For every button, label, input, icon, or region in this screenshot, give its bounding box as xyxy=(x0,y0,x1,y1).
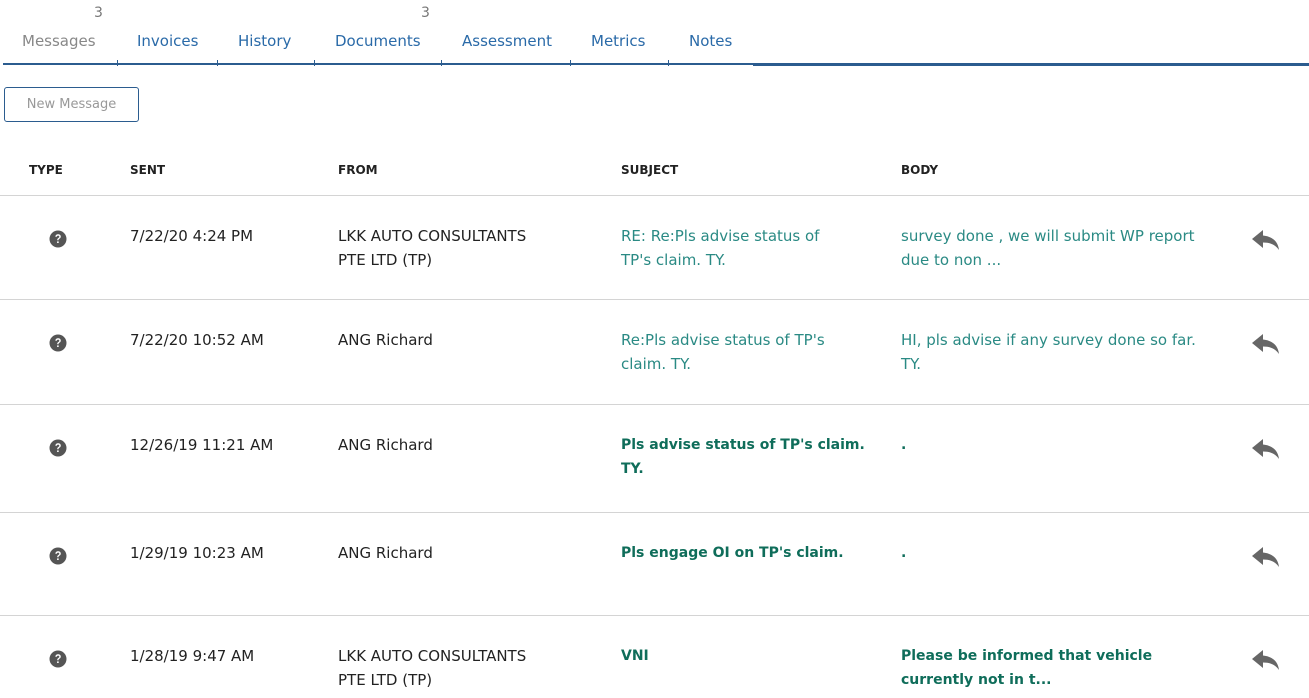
tab-history-label: History xyxy=(238,32,292,50)
column-header-from: FROM xyxy=(338,163,378,177)
from-sender: LKK AUTO CONSULTANTS PTE LTD (TP) xyxy=(338,227,527,269)
tab-underline xyxy=(3,63,753,65)
table-row[interactable]: 7/22/20 10:52 AM ANG Richard Re:Pls advi… xyxy=(0,299,1309,404)
sent-date: 12/26/19 11:21 AM xyxy=(130,436,274,454)
table-row[interactable]: 1/28/19 9:47 AM LKK AUTO CONSULTANTS PTE … xyxy=(0,615,1309,698)
tab-separator xyxy=(314,60,315,66)
body-preview[interactable]: survey done , we will submit WP report du… xyxy=(901,224,1195,272)
tab-documents-badge: 3 xyxy=(421,5,430,21)
column-header-sent: SENT xyxy=(130,163,166,177)
from-sender: ANG Richard xyxy=(338,436,433,454)
tab-separator xyxy=(570,60,571,66)
tab-metrics[interactable]: Metrics xyxy=(591,0,656,64)
from-sender: ANG Richard xyxy=(338,544,433,562)
from-sender: LKK AUTO CONSULTANTS PTE LTD (TP) xyxy=(338,647,527,689)
body-preview[interactable]: HI, pls advise if any survey done so far… xyxy=(901,328,1196,376)
question-circle-icon xyxy=(49,650,67,668)
tab-notes-label: Notes xyxy=(689,32,733,50)
body-preview[interactable]: Please be informed that vehicle currently… xyxy=(901,644,1152,692)
question-circle-icon xyxy=(49,547,67,565)
tab-assessment[interactable]: Assessment xyxy=(462,0,562,64)
tab-invoices-label: Invoices xyxy=(137,32,199,50)
body-preview[interactable]: . xyxy=(901,541,906,565)
subject-link[interactable]: Pls advise status of TP's claim. TY. xyxy=(621,433,865,481)
tab-messages[interactable]: 3 Messages xyxy=(22,0,103,64)
reply-icon[interactable] xyxy=(1250,330,1282,358)
reply-icon[interactable] xyxy=(1250,646,1282,674)
tab-underline-right xyxy=(753,63,1309,66)
sent-date: 1/29/19 10:23 AM xyxy=(130,544,264,562)
column-header-subject: SUBJECT xyxy=(621,163,679,177)
tab-assessment-label: Assessment xyxy=(462,32,552,50)
tab-separator xyxy=(441,60,442,66)
reply-icon[interactable] xyxy=(1250,226,1282,254)
new-message-button[interactable]: New Message xyxy=(4,87,139,122)
tab-separator xyxy=(117,60,118,66)
tab-separator xyxy=(668,60,669,66)
subject-link[interactable]: RE: Re:Pls advise status of TP's claim. T… xyxy=(621,224,819,272)
tab-messages-label: Messages xyxy=(22,32,96,50)
sent-date: 1/28/19 9:47 AM xyxy=(130,647,255,665)
question-circle-icon xyxy=(49,334,67,352)
tab-documents-label: Documents xyxy=(335,32,421,50)
tab-invoices[interactable]: Invoices xyxy=(137,0,207,64)
tab-metrics-label: Metrics xyxy=(591,32,646,50)
column-header-type: TYPE xyxy=(29,163,63,177)
question-circle-icon xyxy=(49,439,67,457)
sent-date: 7/22/20 4:24 PM xyxy=(130,227,254,245)
question-circle-icon xyxy=(49,230,67,248)
table-row[interactable]: 1/29/19 10:23 AM ANG Richard Pls engage … xyxy=(0,512,1309,617)
reply-icon[interactable] xyxy=(1250,435,1282,463)
table-header: TYPE SENT FROM SUBJECT BODY xyxy=(0,150,1309,195)
table-row[interactable]: 12/26/19 11:21 AM ANG Richard Pls advise… xyxy=(0,404,1309,509)
body-preview[interactable]: . xyxy=(901,433,906,457)
subject-link[interactable]: VNI xyxy=(621,644,649,668)
from-sender: ANG Richard xyxy=(338,331,433,349)
reply-icon[interactable] xyxy=(1250,543,1282,571)
tab-separator xyxy=(217,60,218,66)
tab-messages-badge: 3 xyxy=(94,5,103,21)
table-row[interactable]: 7/22/20 4:24 PM LKK AUTO CONSULTANTS PTE … xyxy=(0,195,1309,300)
tab-bar: 3 Messages Invoices History 3 Documents … xyxy=(0,0,1309,68)
column-header-body: BODY xyxy=(901,163,939,177)
tab-notes[interactable]: Notes xyxy=(689,0,744,64)
tab-documents[interactable]: 3 Documents xyxy=(335,0,430,64)
subject-link[interactable]: Pls engage OI on TP's claim. xyxy=(621,541,844,565)
sent-date: 7/22/20 10:52 AM xyxy=(130,331,264,349)
subject-link[interactable]: Re:Pls advise status of TP's claim. TY. xyxy=(621,328,825,376)
tab-history[interactable]: History xyxy=(238,0,303,64)
